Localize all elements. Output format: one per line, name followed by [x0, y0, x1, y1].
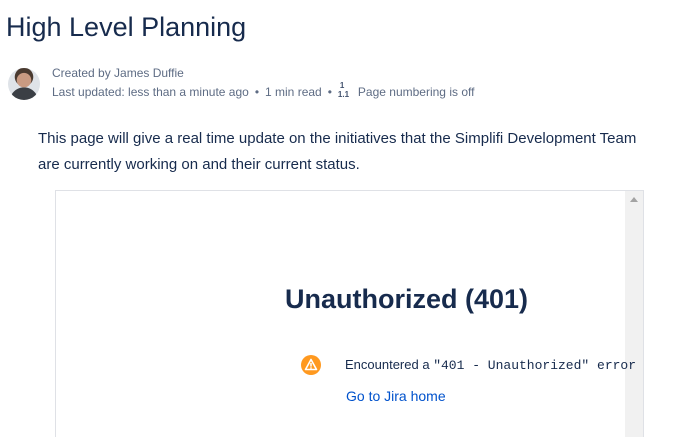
scroll-up-arrow-icon[interactable]	[630, 197, 638, 202]
warning-icon	[301, 355, 321, 375]
created-by[interactable]: Created by James Duffie	[52, 66, 184, 80]
intro-paragraph: This page will give a real time update o…	[38, 130, 637, 173]
error-message: Encountered a "401 - Unauthorized" error	[345, 357, 637, 373]
separator: •	[254, 85, 260, 99]
user-avatar[interactable]	[8, 68, 40, 100]
jira-embed-frame: Unauthorized (401) Encountered a "401 - …	[55, 190, 644, 437]
page-numbering-icon: 1 1.1	[337, 81, 350, 99]
page-title: High Level Planning	[6, 12, 247, 42]
vertical-scrollbar[interactable]	[625, 191, 643, 437]
page-byline: Created by James Duffie Last updated: le…	[8, 64, 668, 104]
page-metadata: Last updated: less than a minute ago • 1…	[52, 81, 475, 100]
separator: •	[327, 85, 332, 99]
read-time: 1 min read	[265, 85, 322, 99]
last-updated[interactable]: Last updated: less than a minute ago	[52, 85, 249, 99]
go-to-jira-home-link[interactable]: Go to Jira home	[346, 388, 446, 404]
error-title: Unauthorized (401)	[285, 284, 529, 314]
page-numbering-status[interactable]: Page numbering is off	[358, 85, 475, 99]
